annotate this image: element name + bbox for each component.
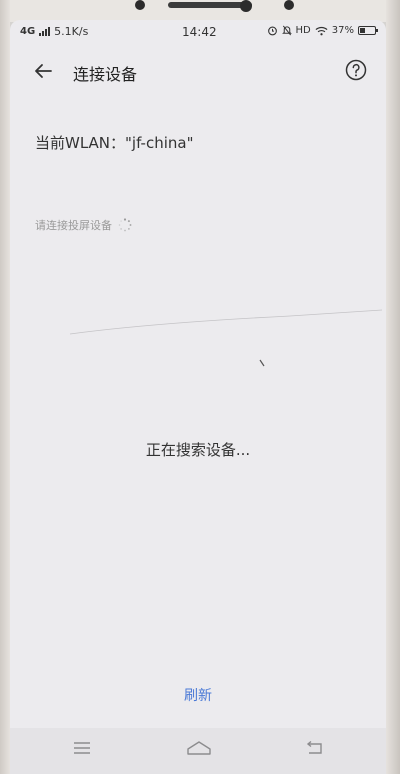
navigation-bar bbox=[10, 728, 386, 774]
arrow-left-icon bbox=[35, 64, 52, 78]
wifi-icon bbox=[315, 26, 328, 35]
mute-icon bbox=[281, 25, 292, 36]
signal-icon bbox=[39, 27, 51, 36]
return-icon bbox=[306, 740, 322, 754]
network-type: 4G bbox=[20, 26, 36, 37]
battery-icon bbox=[358, 26, 378, 35]
battery-percent: 37% bbox=[331, 25, 354, 36]
home-icon bbox=[187, 741, 211, 755]
battery-fill bbox=[360, 28, 365, 33]
current-wlan-label: 当前WLAN："jf-china" bbox=[35, 134, 194, 152]
connect-hint-text: 请连接投屏设备 bbox=[35, 219, 112, 232]
home-button[interactable] bbox=[186, 740, 211, 760]
status-right: HD 37% bbox=[267, 25, 378, 36]
phone-left-bezel bbox=[0, 0, 10, 774]
phone-top-bezel bbox=[0, 0, 400, 22]
back-button[interactable] bbox=[28, 56, 58, 86]
front-camera bbox=[240, 0, 252, 12]
recent-apps-button[interactable] bbox=[72, 740, 96, 760]
help-circle-icon bbox=[345, 59, 367, 81]
alarm-icon bbox=[267, 26, 277, 36]
app-header: 连接设备 bbox=[10, 50, 386, 94]
menu-icon bbox=[74, 742, 90, 754]
status-bar: 4G 5.1K/s 14:42 HD 37% bbox=[10, 20, 386, 46]
sensor bbox=[284, 0, 294, 10]
help-button[interactable] bbox=[344, 58, 368, 82]
searching-status: 正在搜索设备... bbox=[145, 441, 251, 459]
refresh-button[interactable]: 刷新 bbox=[160, 683, 236, 709]
connect-hint: 请连接投屏设备 bbox=[35, 217, 132, 233]
phone-screen: 4G 5.1K/s 14:42 HD 37% 连接设备 当前WLAN："jf-c… bbox=[10, 20, 386, 774]
phone-right-bezel bbox=[386, 0, 400, 774]
loading-spinner-icon bbox=[118, 218, 132, 232]
sensor bbox=[135, 0, 145, 10]
network-speed: 5.1K/s bbox=[54, 25, 89, 38]
back-nav-button[interactable] bbox=[304, 740, 328, 760]
status-left: 4G 5.1K/s bbox=[20, 25, 88, 38]
page-title: 连接设备 bbox=[73, 65, 138, 84]
hd-badge: HD bbox=[295, 25, 311, 36]
clock: 14:42 bbox=[182, 25, 217, 39]
